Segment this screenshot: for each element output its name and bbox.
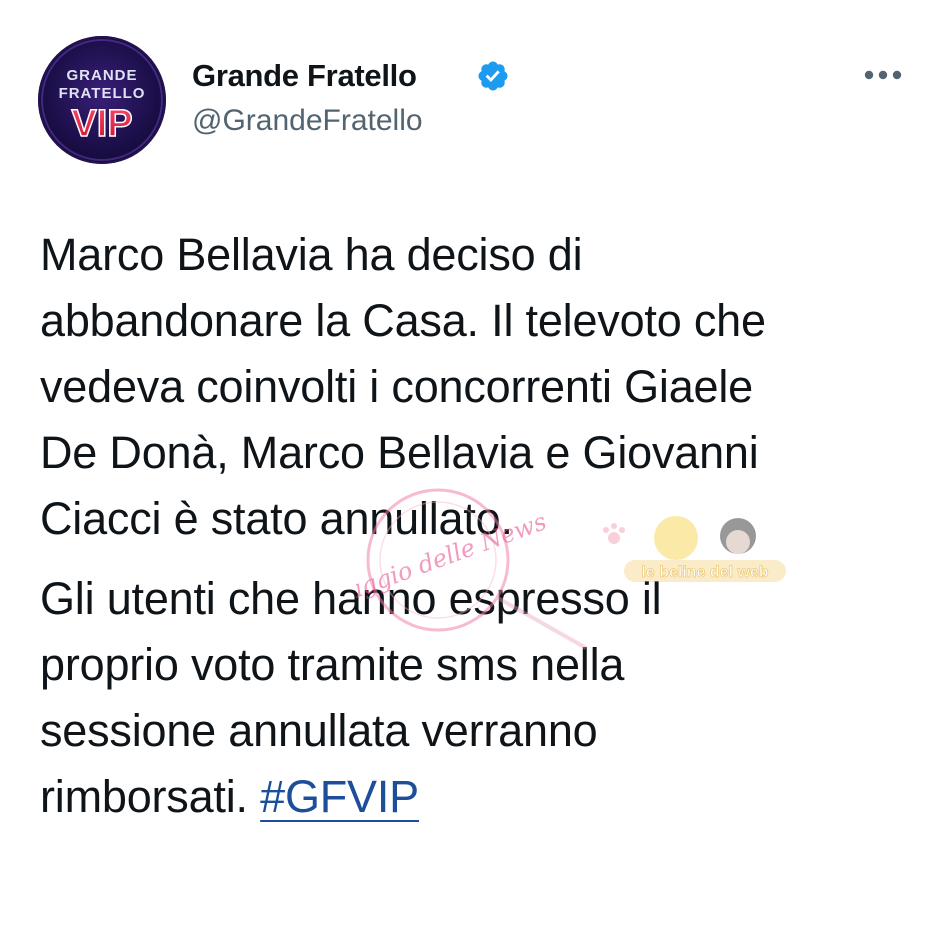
tweet-paragraph-2: Gli utenti che hanno espresso il proprio… xyxy=(40,566,920,830)
avatar[interactable]: GRANDE FRATELLO VIP xyxy=(38,36,166,164)
hashtag-link[interactable]: #GFVIP xyxy=(260,771,419,822)
tweet-paragraph-1: Marco Bellavia ha deciso di abbandonare … xyxy=(40,229,766,544)
tweet-card: GRANDE FRATELLO VIP Grande Fratello @Gra… xyxy=(0,0,944,931)
tweet-text: Marco Bellavia ha deciso di abbandonare … xyxy=(40,222,920,830)
handle[interactable]: @GrandeFratello xyxy=(192,104,423,138)
display-name[interactable]: Grande Fratello xyxy=(192,58,417,94)
avatar-line-1: GRANDE xyxy=(66,67,137,84)
avatar-line-3: VIP xyxy=(71,103,132,145)
avatar-line-2: FRATELLO xyxy=(59,85,146,102)
verified-badge-icon xyxy=(476,59,510,93)
gf-vip-logo-icon: GRANDE FRATELLO VIP xyxy=(41,39,163,161)
more-horizontal-icon[interactable] xyxy=(860,62,906,88)
